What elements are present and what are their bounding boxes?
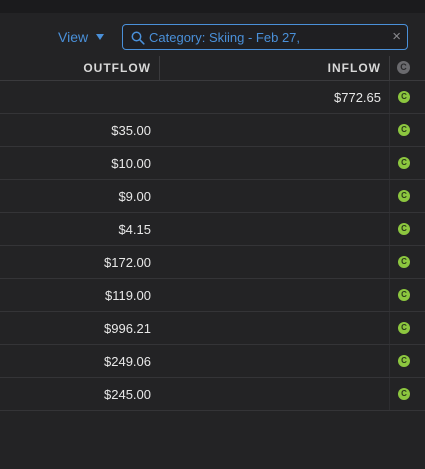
search-icon <box>131 31 145 45</box>
cleared-icon[interactable]: C <box>398 322 410 334</box>
cleared-icon[interactable]: C <box>398 157 410 169</box>
column-divider <box>389 246 390 278</box>
cleared-icon[interactable]: C <box>398 355 410 367</box>
cleared-icon[interactable]: C <box>398 223 410 235</box>
column-divider <box>389 378 390 410</box>
outflow-cell: $9.00 <box>118 189 151 204</box>
column-divider <box>389 180 390 212</box>
column-divider <box>389 56 390 80</box>
column-divider <box>389 213 390 245</box>
column-divider <box>389 114 390 146</box>
outflow-column-header[interactable]: OUTFLOW <box>0 61 151 75</box>
top-strip <box>0 0 425 13</box>
cleared-icon[interactable]: C <box>398 124 410 136</box>
cleared-icon[interactable]: C <box>398 289 410 301</box>
table-row[interactable]: $245.00 C <box>0 378 425 411</box>
outflow-cell: $119.00 <box>104 288 151 303</box>
table-row[interactable]: $249.06 C <box>0 345 425 378</box>
table-row[interactable]: $119.00 C <box>0 279 425 312</box>
transaction-list: $772.65 C $35.00 C $10.00 C $9.00 C $4.15 C $172.0… <box>0 81 425 411</box>
outflow-cell: $4.15 <box>118 222 151 237</box>
cleared-column-header-icon[interactable]: C <box>397 61 410 74</box>
table-row[interactable]: $4.15 C <box>0 213 425 246</box>
close-icon[interactable]: × <box>392 28 401 46</box>
column-divider <box>389 312 390 344</box>
inflow-column-header[interactable]: INFLOW <box>160 61 381 75</box>
outflow-cell: $245.00 <box>104 387 151 402</box>
table-row[interactable]: $172.00 C <box>0 246 425 279</box>
cleared-icon[interactable]: C <box>398 388 410 400</box>
view-button[interactable]: View <box>58 29 105 45</box>
search-input[interactable] <box>149 28 379 46</box>
table-header: OUTFLOW INFLOW C <box>0 56 425 81</box>
outflow-cell: $172.00 <box>104 255 151 270</box>
cleared-icon[interactable]: C <box>398 91 410 103</box>
table-row[interactable]: $772.65 C <box>0 81 425 114</box>
outflow-cell: $35.00 <box>111 123 151 138</box>
table-row[interactable]: $10.00 C <box>0 147 425 180</box>
column-divider <box>389 345 390 377</box>
toolbar: View × <box>0 13 425 57</box>
table-row[interactable]: $9.00 C <box>0 180 425 213</box>
cleared-icon[interactable]: C <box>398 256 410 268</box>
cleared-icon[interactable]: C <box>398 190 410 202</box>
chevron-down-icon <box>96 34 105 40</box>
column-divider <box>389 279 390 311</box>
outflow-cell: $10.00 <box>111 156 151 171</box>
table-row[interactable]: $996.21 C <box>0 312 425 345</box>
search-box[interactable]: × <box>122 24 408 50</box>
column-divider <box>389 81 390 113</box>
outflow-cell: $249.06 <box>104 354 151 369</box>
outflow-cell: $996.21 <box>104 321 151 336</box>
inflow-cell: $772.65 <box>334 90 381 105</box>
view-button-label: View <box>58 29 89 45</box>
column-divider <box>389 147 390 179</box>
table-row[interactable]: $35.00 C <box>0 114 425 147</box>
